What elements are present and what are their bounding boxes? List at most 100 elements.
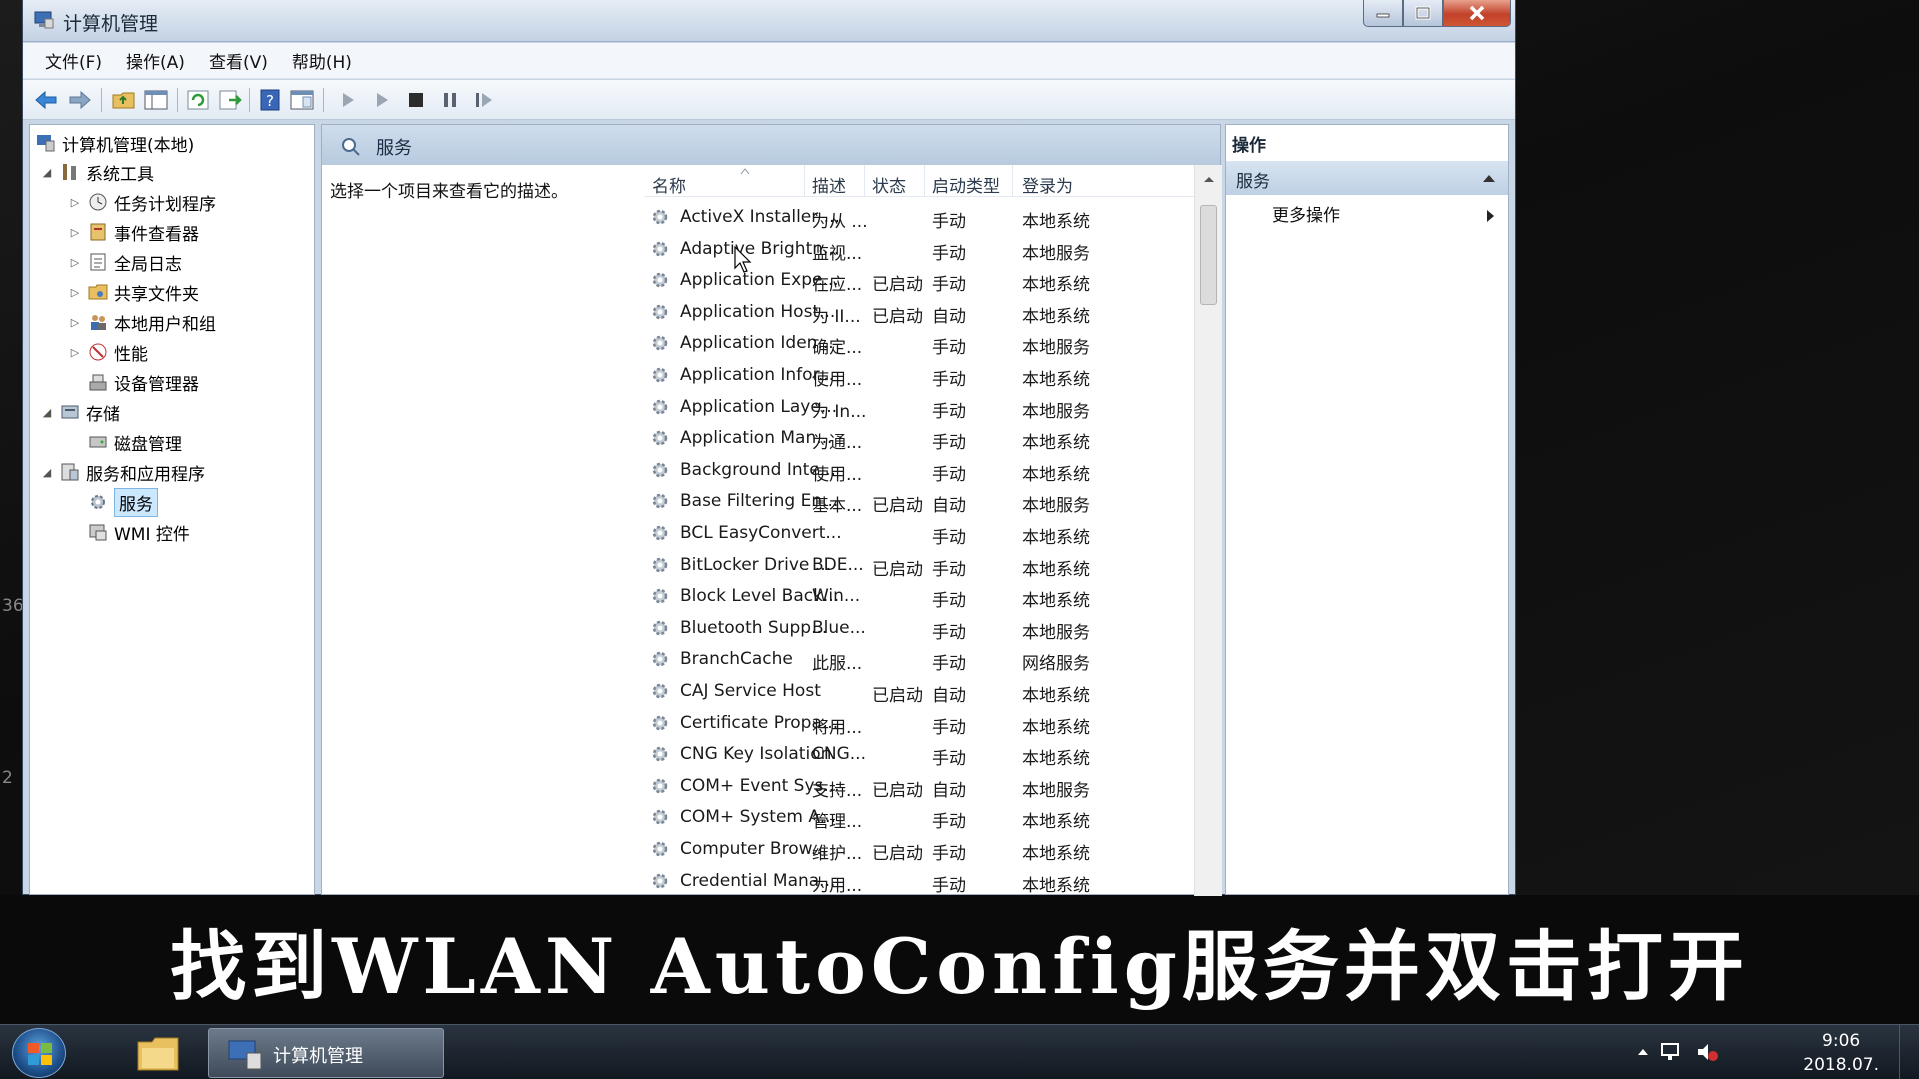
- service-row[interactable]: Application Infor... 使用... 手动 本地系统: [644, 359, 1194, 390]
- service-row[interactable]: BitLocker Drive ... BDE... 已启动 手动 本地系统: [644, 549, 1194, 580]
- tree-node-global-log[interactable]: ▷ 全局日志: [68, 248, 182, 276]
- mouse-cursor-icon: [734, 246, 752, 273]
- service-row[interactable]: ActiveX Installer ... 为从 ... 手动 本地系统: [644, 201, 1194, 232]
- menu-action[interactable]: 操作(A): [126, 48, 185, 73]
- service-row[interactable]: Application Iden... 确定... 手动 本地服务: [644, 327, 1194, 358]
- service-status: 已启动: [872, 844, 923, 864]
- gear-icon: [91, 495, 105, 509]
- service-logon: 本地服务: [1022, 243, 1090, 264]
- taskbar-clock[interactable]: 9:06 2018.07.星期四: [1803, 1029, 1879, 1079]
- export-list-icon[interactable]: [217, 88, 243, 112]
- menu-help[interactable]: 帮助(H): [292, 48, 352, 73]
- service-row[interactable]: BranchCache 此服... 手动 网络服务: [644, 643, 1194, 674]
- volume-muted-icon[interactable]: [1695, 1041, 1719, 1063]
- column-header-description[interactable]: 描述: [812, 172, 846, 197]
- forward-arrow-icon[interactable]: [67, 88, 93, 112]
- column-header-status[interactable]: 状态: [872, 172, 906, 197]
- service-logon: 本地服务: [1022, 338, 1090, 359]
- collapse-arrow-icon[interactable]: ◢: [40, 166, 54, 179]
- tools-icon: [63, 164, 76, 180]
- up-folder-icon[interactable]: [111, 88, 137, 112]
- tree-node-disk-management[interactable]: 磁盘管理: [82, 428, 182, 456]
- pause-service-icon[interactable]: [437, 88, 463, 112]
- collapse-arrow-icon[interactable]: ◢: [40, 406, 54, 419]
- expand-arrow-icon[interactable]: ▷: [68, 286, 82, 299]
- tree-node-event-viewer[interactable]: ▷ 事件查看器: [68, 218, 199, 246]
- maximize-button[interactable]: [1403, 0, 1443, 27]
- vertical-scrollbar[interactable]: [1194, 165, 1222, 896]
- tree-node-device-manager[interactable]: 设备管理器: [82, 368, 199, 396]
- gear-icon: [652, 367, 668, 383]
- tree-node-local-users[interactable]: ▷ 本地用户和组: [68, 308, 216, 336]
- column-header-log-on-as[interactable]: 登录为: [1022, 172, 1073, 197]
- tree-node-system-tools[interactable]: ◢ 系统工具: [40, 158, 154, 186]
- gear-icon: [652, 430, 668, 446]
- submenu-arrow-icon[interactable]: [1486, 209, 1496, 223]
- service-row[interactable]: Application Laye... 为 In... 手动 本地服务: [644, 391, 1194, 422]
- service-row[interactable]: Background Inte... 使用... 手动 本地系统: [644, 454, 1194, 485]
- services-list: 名称 描述 状态 启动类型 登录为 ActiveX Installer ... 为…: [644, 165, 1222, 896]
- tree-node-storage[interactable]: ◢ 存储: [40, 398, 120, 426]
- show-hide-tree-icon[interactable]: [143, 88, 169, 112]
- service-row[interactable]: Credential Mana... 为用... 手动 本地系统: [644, 865, 1194, 896]
- scrollbar-thumb[interactable]: [1200, 205, 1217, 305]
- menu-file[interactable]: 文件(F): [45, 48, 102, 73]
- show-desktop-button[interactable]: [1899, 1025, 1919, 1079]
- network-icon[interactable]: [1659, 1041, 1683, 1063]
- close-button[interactable]: [1443, 0, 1511, 27]
- expand-arrow-icon[interactable]: ▷: [68, 256, 82, 269]
- service-logon: 本地系统: [1022, 433, 1090, 454]
- service-logon: 本地系统: [1022, 559, 1090, 580]
- service-row[interactable]: CNG Key Isolation CNG... 手动 本地系统: [644, 738, 1194, 769]
- tree-node-wmi[interactable]: WMI 控件: [82, 518, 190, 546]
- tree-node-root[interactable]: 计算机管理(本地): [34, 129, 194, 157]
- service-row[interactable]: CAJ Service Host 已启动 自动 本地系统: [644, 675, 1194, 706]
- tree-node-performance[interactable]: ▷ 性能: [68, 338, 148, 366]
- service-row[interactable]: BCL EasyConvert... 手动 本地系统: [644, 517, 1194, 548]
- service-row[interactable]: Adaptive Brightn... 监视... 手动 本地服务: [644, 233, 1194, 264]
- gear-icon: [652, 715, 668, 730]
- service-row[interactable]: COM+ System A... 管理... 手动 本地系统: [644, 801, 1194, 832]
- title-bar[interactable]: 计算机管理: [23, 0, 1515, 42]
- expand-arrow-icon[interactable]: ▷: [68, 316, 82, 329]
- service-description-cell: Blue...: [812, 617, 866, 638]
- tree-node-task-scheduler[interactable]: ▷ 任务计划程序: [68, 188, 216, 216]
- expand-arrow-icon[interactable]: ▷: [68, 196, 82, 209]
- expand-arrow-icon[interactable]: ▷: [68, 226, 82, 239]
- service-row[interactable]: Computer Brow... 维护... 已启动 手动 本地系统: [644, 833, 1194, 864]
- collapse-arrow-icon[interactable]: ◢: [40, 466, 54, 479]
- expand-arrow-icon[interactable]: ▷: [68, 346, 82, 359]
- tree-node-services-apps[interactable]: ◢ 服务和应用程序: [40, 458, 205, 486]
- column-header-name[interactable]: 名称: [652, 172, 686, 197]
- stop-service-icon[interactable]: [403, 88, 429, 112]
- actions-section-services[interactable]: 服务: [1226, 161, 1508, 195]
- start-service-icon[interactable]: [335, 88, 361, 112]
- service-row[interactable]: Application Expe... 在应... 已启动 手动 本地系统: [644, 264, 1194, 295]
- service-row[interactable]: Certificate Propa... 将用... 手动 本地系统: [644, 707, 1194, 738]
- service-logon: 网络服务: [1022, 654, 1090, 675]
- taskbar-explorer-button[interactable]: [130, 1028, 186, 1078]
- taskbar-computer-management-button[interactable]: 计算机管理: [208, 1028, 444, 1078]
- minimize-button[interactable]: [1363, 0, 1403, 27]
- tree-node-services[interactable]: 服务: [82, 487, 158, 517]
- start-service-alt-icon[interactable]: [369, 88, 395, 112]
- service-row[interactable]: Block Level Back... Win... 手动 本地系统: [644, 580, 1194, 611]
- service-row[interactable]: Bluetooth Supp... Blue... 手动 本地服务: [644, 612, 1194, 643]
- start-button[interactable]: [12, 1028, 66, 1078]
- restart-service-icon[interactable]: [471, 88, 497, 112]
- service-row[interactable]: Application Man... 为通... 手动 本地系统: [644, 422, 1194, 453]
- more-actions-item[interactable]: 更多操作: [1272, 201, 1340, 226]
- refresh-icon[interactable]: [185, 88, 211, 112]
- scroll-up-icon[interactable]: [1203, 175, 1215, 183]
- tree-node-shared-folders[interactable]: ▷ 共享文件夹: [68, 278, 199, 306]
- service-row[interactable]: Base Filtering En... 基本... 已启动 自动 本地服务: [644, 485, 1194, 516]
- menu-view[interactable]: 查看(V): [209, 48, 268, 73]
- column-header-startup-type[interactable]: 启动类型: [932, 172, 1000, 197]
- show-hidden-icons-arrow[interactable]: [1637, 1047, 1649, 1057]
- show-hide-action-pane-icon[interactable]: [289, 88, 315, 112]
- help-icon[interactable]: ?: [257, 88, 283, 112]
- service-row[interactable]: Application Host... 为 II... 已启动 自动 本地系统: [644, 296, 1194, 327]
- back-arrow-icon[interactable]: [33, 88, 59, 112]
- collapse-up-icon[interactable]: [1482, 173, 1496, 183]
- service-row[interactable]: COM+ Event Sys... 支持... 已启动 自动 本地服务: [644, 770, 1194, 801]
